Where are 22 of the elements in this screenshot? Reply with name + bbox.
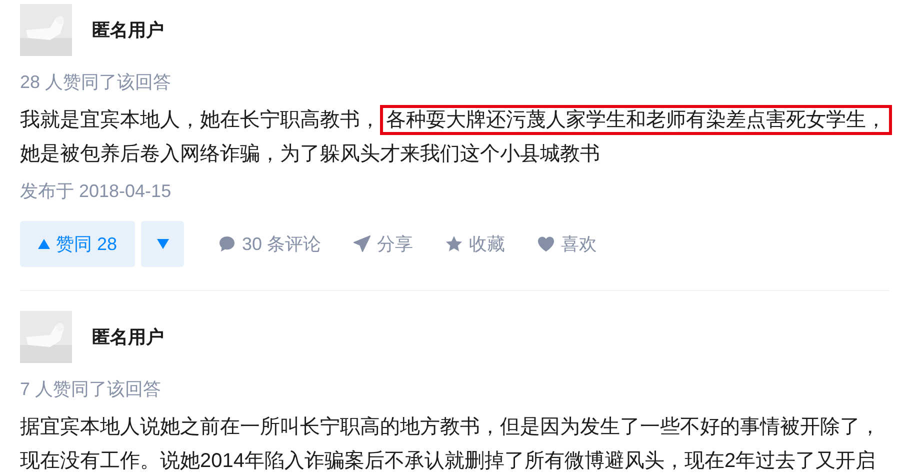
share-button[interactable]: 分享 bbox=[353, 231, 414, 257]
answer-text: 她是被包养后卷入网络诈骗，为了躲风头才来我们这个小县城教书 bbox=[20, 142, 600, 167]
favorite-button[interactable]: 收藏 bbox=[445, 231, 506, 257]
star-icon bbox=[445, 235, 464, 253]
like-button[interactable]: 喜欢 bbox=[537, 231, 598, 257]
comment-icon bbox=[218, 235, 236, 253]
upvote-summary: 7 人赞同了该回答 bbox=[20, 379, 162, 399]
paper-plane-icon bbox=[353, 235, 372, 253]
comment-button[interactable]: 30 条评论 bbox=[218, 231, 322, 257]
downvote-button[interactable] bbox=[141, 221, 184, 267]
author-name[interactable]: 匿名用户 bbox=[92, 17, 164, 43]
upvote-button[interactable]: 赞同 28 bbox=[20, 221, 135, 267]
answer-text: 现在没有工作。说她2014年陷入诈骗案后不承认就删掉了所有微博避风头，现在2年过去了又开启 bbox=[20, 449, 876, 474]
up-triangle-icon bbox=[38, 239, 50, 249]
publish-date: 发布于 2018-04-15 bbox=[20, 181, 172, 201]
answer-text: 我就是宜宾本地人，她在长宁职高教书， bbox=[20, 108, 380, 133]
heart-icon bbox=[537, 235, 556, 253]
answer-text: 据宜宾本地人说她之前在一所叫长宁职高的地方教书，但是因为发生了一些不好的事情被开除了， bbox=[20, 415, 880, 440]
highlighted-text: 各种耍大牌还污蔑人家学生和老师有染差点害死女学生， bbox=[380, 105, 892, 135]
upvote-summary: 28 人赞同了该回答 bbox=[20, 72, 172, 92]
down-triangle-icon bbox=[156, 239, 168, 249]
author-name[interactable]: 匿名用户 bbox=[92, 324, 164, 350]
